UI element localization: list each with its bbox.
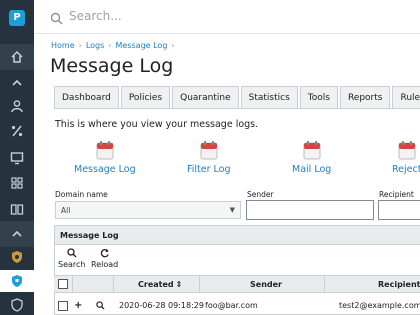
user-icon[interactable] (9, 98, 25, 114)
monitor-icon[interactable] (9, 150, 25, 166)
tab-quarantine[interactable]: Quarantine (172, 86, 239, 109)
breadcrumb: Home › Logs › Message Log › (51, 41, 179, 50)
recipient-column-header[interactable]: Recipient (378, 280, 420, 289)
column-divider (199, 275, 200, 293)
domain-select[interactable]: All ▼ (55, 201, 241, 219)
message-log-action[interactable]: Message Log (74, 140, 136, 175)
page-intro: This is where you view your message logs… (55, 119, 259, 130)
table-header (54, 275, 420, 293)
search-button-label: Search (58, 260, 86, 269)
reload-button-label: Reload (91, 260, 119, 269)
mail-log-link[interactable]: Mail Log (292, 164, 331, 175)
sidebar: P (0, 0, 34, 315)
shield-icon[interactable] (9, 297, 25, 313)
reload-button[interactable]: Reload (91, 248, 118, 269)
search-input[interactable]: Search... (69, 9, 122, 23)
sender-label: Sender (247, 190, 274, 199)
column-divider (72, 275, 73, 293)
chevron-up-icon[interactable] (9, 75, 25, 91)
row-recipient: test2@example.com (339, 301, 420, 310)
domain-select-value: All (61, 206, 71, 215)
message-log-link[interactable]: Message Log (74, 164, 136, 175)
expand-plus-icon[interactable]: + (74, 300, 82, 311)
mail-log-action[interactable]: Mail Log (292, 140, 331, 175)
calendar-icon (303, 140, 321, 160)
tab-divider (54, 108, 420, 109)
tab-dashboard[interactable]: Dashboard (54, 86, 119, 109)
search-icon (58, 248, 85, 260)
calendar-icon (398, 140, 416, 160)
recipient-label: Recipient (379, 190, 414, 199)
column-divider (324, 275, 325, 293)
tab-bar: Dashboard Policies Quarantine Statistics… (54, 86, 420, 109)
breadcrumb-separator: › (108, 41, 112, 50)
breadcrumb-separator: › (171, 41, 175, 50)
row-sender: foo@bar.com (205, 301, 258, 310)
tab-reports[interactable]: Reports (339, 86, 391, 109)
breadcrumb-home[interactable]: Home (51, 41, 75, 50)
recipient-input[interactable] (378, 200, 420, 220)
created-header-label: Created (138, 280, 174, 289)
grid-icon[interactable] (9, 175, 25, 191)
app-logo[interactable]: P (9, 10, 25, 26)
tab-rules[interactable]: Rules (392, 86, 420, 109)
sender-input[interactable] (246, 200, 374, 220)
breadcrumb-separator: › (78, 41, 82, 50)
search-icon[interactable] (50, 10, 63, 29)
created-column-header[interactable]: Created ⇕ (138, 280, 182, 289)
dropdown-arrow-icon: ▼ (229, 206, 235, 214)
filter-log-action[interactable]: Filter Log (187, 140, 231, 175)
panel-header: Message Log (55, 226, 420, 245)
shield-active-icon[interactable] (9, 273, 25, 289)
top-bar: Search... (34, 0, 420, 34)
column-divider (113, 275, 114, 293)
shield-gear-icon[interactable] (9, 249, 25, 265)
calendar-icon (96, 140, 114, 160)
reject-link[interactable]: Reject (392, 164, 420, 175)
chevron-up-icon[interactable] (9, 226, 25, 242)
domain-label: Domain name (55, 190, 108, 199)
sender-column-header[interactable]: Sender (250, 280, 282, 289)
book-icon[interactable] (9, 201, 25, 217)
reject-action[interactable]: Reject (392, 140, 420, 175)
search-button[interactable]: Search (58, 248, 85, 269)
row-search-icon[interactable] (96, 301, 105, 312)
calendar-icon (200, 140, 218, 160)
row-created: 2020-06-28 09:18:29 (119, 301, 204, 310)
tab-policies[interactable]: Policies (120, 86, 171, 109)
breadcrumb-logs[interactable]: Logs (86, 41, 104, 50)
page-title: Message Log (50, 55, 174, 77)
select-all-checkbox[interactable] (58, 279, 68, 289)
tab-statistics[interactable]: Statistics (240, 86, 298, 109)
percent-icon[interactable] (9, 123, 25, 139)
sort-icon: ⇕ (175, 280, 183, 289)
row-checkbox[interactable] (58, 301, 68, 311)
filter-log-link[interactable]: Filter Log (187, 164, 231, 175)
home-icon[interactable] (9, 49, 25, 65)
reload-icon (91, 248, 118, 260)
app-window: P Search... Home › Logs › Message Log › … (0, 0, 420, 315)
breadcrumb-message-log[interactable]: Message Log (116, 41, 168, 50)
tab-tools[interactable]: Tools (299, 86, 338, 109)
